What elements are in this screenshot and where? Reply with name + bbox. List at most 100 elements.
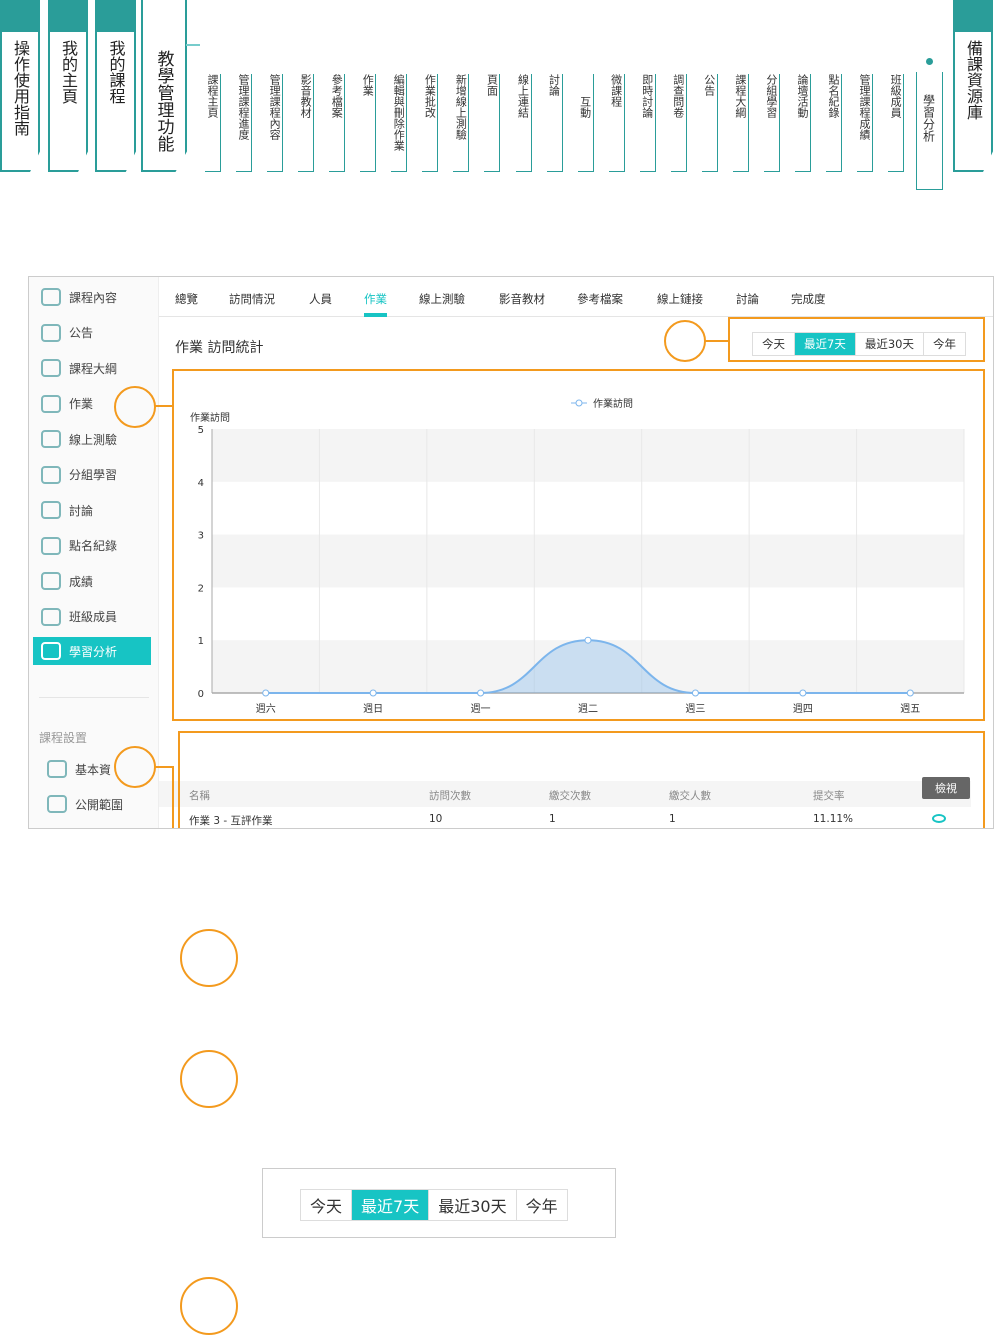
sub-nav-label: 點名紀錄 bbox=[827, 74, 840, 118]
resource-tab[interactable]: 備課資源庫 bbox=[953, 0, 993, 172]
sidebar-item-icon bbox=[41, 465, 61, 484]
sub-nav-label: 公告 bbox=[702, 74, 716, 96]
sub-nav-item[interactable]: 課程大綱 bbox=[732, 74, 749, 172]
sub-nav-item[interactable]: 作業批改 bbox=[422, 74, 439, 172]
tab[interactable]: 作業 bbox=[364, 291, 387, 317]
sidebar-item-label: 課程內容 bbox=[69, 290, 118, 305]
sub-nav-item[interactable]: 影音教材 bbox=[298, 74, 315, 172]
range-button[interactable]: 今年 bbox=[517, 1190, 567, 1220]
sidebar-item-icon bbox=[41, 536, 61, 555]
sub-nav-label: 互動 bbox=[578, 96, 592, 118]
sidebar-item[interactable]: 分組學習 bbox=[41, 465, 117, 485]
settings-item-label: 基本資 bbox=[75, 762, 112, 777]
sidebar-item-icon bbox=[41, 394, 61, 413]
sidebar-item-icon bbox=[41, 430, 61, 448]
sidebar-item[interactable]: 討論 bbox=[41, 500, 93, 520]
tab-cap bbox=[95, 0, 136, 32]
highlight-range bbox=[728, 317, 985, 362]
sub-nav-item[interactable]: 學習分析 bbox=[916, 58, 943, 190]
sub-nav-item[interactable]: 管理課程成績 bbox=[857, 74, 874, 172]
panel-title: 作業 訪問統計 bbox=[175, 340, 264, 356]
range-selector-zoom: 今天 最近7天 最近30天 今年 bbox=[262, 1168, 616, 1238]
sub-nav-item[interactable]: 點名紀錄 bbox=[826, 74, 842, 172]
sub-nav-item[interactable]: 公告 bbox=[701, 74, 718, 172]
sub-nav-item[interactable]: 調查問卷 bbox=[670, 74, 687, 172]
callout-circle bbox=[180, 929, 238, 987]
sub-nav-item[interactable]: 管理課程進度 bbox=[236, 74, 253, 172]
sub-nav-label: 調查問卷 bbox=[671, 74, 685, 118]
tab-bar: 總覽 訪問情況 人員 作業 線上測驗 影音教材 參考檔案 線上鏈接 討論 完成度 bbox=[159, 277, 993, 317]
sidebar-item-icon bbox=[41, 501, 61, 519]
tab[interactable]: 線上鏈接 bbox=[657, 291, 703, 307]
sidebar-item-icon bbox=[41, 607, 61, 626]
tab[interactable]: 討論 bbox=[736, 291, 759, 307]
divider bbox=[39, 697, 149, 698]
sub-nav-label: 討論 bbox=[547, 74, 561, 96]
range-button[interactable]: 最近30天 bbox=[429, 1190, 517, 1220]
sub-nav-item[interactable]: 分組學習 bbox=[763, 74, 780, 172]
callout-circle bbox=[180, 1277, 238, 1335]
sub-nav-item[interactable]: 新增線上測驗 bbox=[453, 74, 470, 172]
sub-nav-item[interactable]: 互動 bbox=[577, 74, 594, 172]
callout-circle bbox=[664, 320, 706, 362]
sub-nav-label: 編輯與刪除作業 bbox=[392, 74, 406, 151]
settings-item[interactable]: 基本資 bbox=[47, 759, 111, 779]
sub-nav-label: 頁面 bbox=[485, 74, 499, 96]
sidebar-item-label: 點名紀錄 bbox=[69, 539, 118, 553]
sidebar-item-label: 課程大綱 bbox=[69, 361, 118, 376]
callout-line bbox=[172, 766, 174, 828]
sidebar-item[interactable]: 學習分析 bbox=[33, 637, 151, 665]
sidebar-item-icon bbox=[41, 572, 61, 590]
tab[interactable]: 人員 bbox=[309, 291, 332, 307]
tab[interactable]: 總覽 bbox=[175, 291, 198, 307]
sub-nav-label: 課程主頁 bbox=[206, 74, 219, 118]
sidebar-item[interactable]: 課程大綱 bbox=[41, 358, 117, 378]
sub-nav-item[interactable]: 頁面 bbox=[484, 74, 501, 172]
settings-item-label: 公開範圍 bbox=[75, 797, 124, 812]
sidebar-item[interactable]: 課程內容 bbox=[41, 287, 117, 307]
sidebar-item[interactable]: 班級成員 bbox=[41, 607, 117, 627]
main-tab[interactable]: 教學管理功能 bbox=[141, 0, 187, 172]
range-button[interactable]: 今天 bbox=[301, 1190, 353, 1220]
sidebar-item[interactable]: 作業 bbox=[41, 394, 93, 414]
sidebar-item[interactable]: 點名紀錄 bbox=[41, 536, 117, 556]
sub-nav-item[interactable]: 即時討論 bbox=[639, 74, 656, 172]
sub-nav-item[interactable]: 討論 bbox=[546, 74, 563, 172]
settings-item-icon bbox=[47, 760, 67, 778]
sub-nav-item[interactable]: 班級成員 bbox=[888, 74, 905, 172]
tab[interactable]: 參考檔案 bbox=[577, 291, 623, 307]
sidebar-item[interactable]: 線上測驗 bbox=[41, 429, 117, 449]
sub-nav-item[interactable]: 課程主頁 bbox=[205, 74, 221, 172]
tab[interactable]: 影音教材 bbox=[499, 291, 545, 307]
sub-nav-item[interactable]: 編輯與刪除作業 bbox=[391, 74, 408, 172]
sidebar-item[interactable]: 公告 bbox=[41, 323, 93, 343]
tab[interactable]: 完成度 bbox=[791, 291, 826, 307]
sidebar-item-icon bbox=[41, 642, 61, 660]
sub-nav-label: 參考檔案 bbox=[330, 74, 344, 118]
sub-nav-item[interactable]: 線上連結 bbox=[515, 74, 532, 172]
tab-cap bbox=[953, 0, 993, 32]
sub-nav-label: 管理課程內容 bbox=[268, 74, 282, 140]
sub-nav-item[interactable]: 參考檔案 bbox=[329, 74, 346, 172]
sub-nav-item[interactable]: 管理課程內容 bbox=[267, 74, 284, 172]
resource-tab-label: 備課資源庫 bbox=[964, 40, 983, 120]
tab[interactable]: 訪問情況 bbox=[229, 291, 275, 307]
main-tab[interactable]: 我的課程 bbox=[95, 0, 136, 172]
sidebar-item-label: 公告 bbox=[69, 326, 94, 340]
range-button[interactable]: 最近7天 bbox=[352, 1190, 430, 1220]
main-tab-label: 我的課程 bbox=[106, 40, 126, 104]
callout-line bbox=[704, 340, 730, 342]
main-tab[interactable]: 操作使用指南 bbox=[0, 0, 40, 172]
sidebar-item[interactable]: 成績 bbox=[41, 571, 93, 591]
sub-nav-item[interactable]: 論壇活動 bbox=[794, 74, 811, 172]
callout-circle bbox=[114, 386, 156, 428]
highlight-table bbox=[178, 731, 985, 828]
main-tab[interactable]: 我的主頁 bbox=[48, 0, 88, 172]
connector bbox=[186, 44, 200, 46]
sub-nav-label: 分組學習 bbox=[764, 74, 778, 118]
settings-item[interactable]: 公開範圍 bbox=[47, 794, 123, 814]
sub-nav-item[interactable]: 微課程 bbox=[608, 74, 625, 172]
tab[interactable]: 線上測驗 bbox=[419, 291, 465, 307]
sub-nav-item[interactable]: 作業 bbox=[360, 74, 377, 172]
sub-nav-label: 新增線上測驗 bbox=[454, 74, 468, 140]
